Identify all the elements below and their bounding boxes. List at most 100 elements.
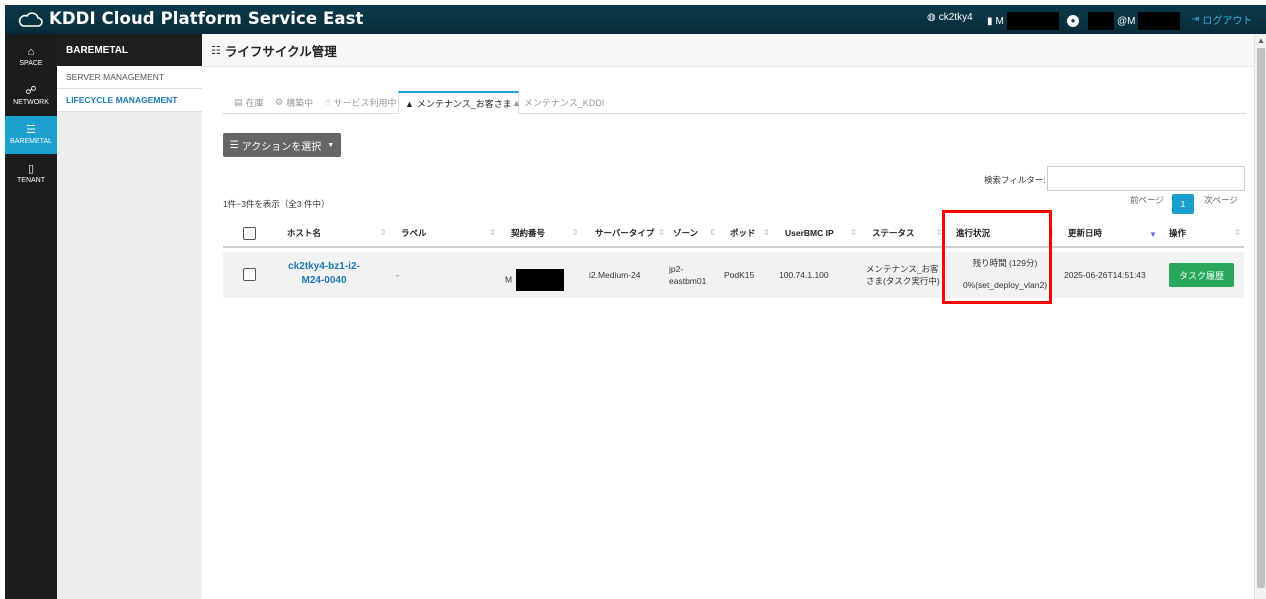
progress-cell: 残り時間 (129分) 0%(set_deploy_vlan2) — [955, 258, 1055, 291]
tab-label: 構築中 — [286, 98, 314, 108]
contract-indicator[interactable]: ▮ M — [987, 12, 1059, 30]
warning-icon: ▲ — [512, 97, 521, 108]
list-icon: ☷ — [211, 44, 221, 57]
tab-maintenance-kddi[interactable]: ▲ メンテナンス_KDDI — [506, 91, 610, 114]
col-contract[interactable]: 契約番号 — [511, 218, 545, 248]
nav-baremetal[interactable]: ☰ BAREMETAL — [5, 116, 57, 154]
sort-icon[interactable]: ⇕ — [763, 228, 770, 237]
col-action: 操作 — [1169, 228, 1187, 238]
sort-desc-icon[interactable]: ▼ — [1149, 230, 1157, 239]
col-status[interactable]: ステータス — [872, 218, 915, 248]
secondary-sidebar: BAREMETAL SERVER MANAGEMENT LIFECYCLE MA… — [57, 34, 202, 599]
nav-space[interactable]: ⌂ SPACE — [5, 38, 57, 76]
caret-down-icon: ▼ — [327, 141, 335, 149]
status-line-2: さま(タスク実行中) — [866, 276, 940, 286]
tab-bar: ▤ 在庫 ⚙ 構築中 ☝ サービス利用中 ▲ メンテナンス_お客さま ▲ メンテ… — [222, 91, 1246, 115]
warning-icon: ▲ — [405, 98, 414, 109]
col-zone[interactable]: ゾーン — [673, 218, 698, 248]
status-line-1: メンテナンス_お客 — [866, 264, 939, 274]
network-icon: ☍ — [25, 85, 37, 97]
sort-icon[interactable]: ⇕ — [1048, 228, 1055, 237]
brand-title: KDDI Cloud Platform Service East — [49, 9, 364, 28]
prev-page-link[interactable]: 前ページ — [1130, 194, 1164, 206]
building-icon: ▮ — [987, 15, 993, 27]
sort-icon[interactable]: ⇕ — [1234, 228, 1241, 237]
select-all-checkbox[interactable] — [243, 227, 256, 240]
tab-label: メンテナンス_KDDI — [523, 98, 605, 108]
nav-tenant[interactable]: ▯ TENANT — [5, 155, 57, 193]
col-bmc-ip[interactable]: UserBMC IP — [785, 218, 834, 248]
page-title: ライフサイクル管理 — [224, 44, 337, 59]
server-icon: ☰ — [26, 124, 36, 136]
building-icon: ▯ — [27, 163, 35, 175]
sort-icon[interactable]: ⇕ — [850, 228, 857, 237]
logout-label: ログアウト — [1202, 16, 1253, 27]
stock-icon: ▤ — [234, 97, 243, 107]
col-pod[interactable]: ポッド — [730, 218, 756, 248]
table-header: ホスト名 ⇕ ラベル ⇕ 契約番号 ⇕ サーバータイプ ⇕ ゾーン ⇕ ポッド … — [223, 218, 1244, 248]
updated-cell: 2025-06-26T14:51:43 — [1064, 270, 1146, 280]
sort-icon[interactable]: ⇕ — [936, 228, 943, 237]
tab-building[interactable]: ⚙ 構築中 — [269, 91, 319, 114]
redacted-block — [1088, 12, 1114, 30]
contract-prefix: M — [995, 15, 1004, 27]
next-page-link[interactable]: 次ページ — [1204, 194, 1238, 206]
current-page-button[interactable]: 1 — [1172, 194, 1194, 214]
nav-label: TENANT — [17, 177, 45, 184]
progress-percent: 0%(set_deploy_vlan2) — [962, 280, 1048, 290]
globe-icon: ◍ — [927, 12, 936, 23]
tenant-indicator[interactable]: ◍ ck2tky4 — [927, 12, 973, 23]
zone-line-1: jp2- — [669, 264, 684, 274]
record-count: 1件~3件を表示（全3 件中） — [223, 199, 330, 209]
pod-cell: PodK15 — [724, 270, 755, 280]
server-type-cell: i2.Medium-24 — [589, 270, 641, 280]
tab-in-service[interactable]: ☝ サービス利用中 — [319, 91, 403, 114]
sort-icon[interactable]: ⇕ — [658, 228, 665, 237]
host-name-link[interactable]: ck2tky4-bz1-i2- M24-0040 — [279, 260, 369, 288]
scroll-thumb[interactable] — [1257, 48, 1265, 588]
contract-cell: M — [505, 269, 565, 291]
sort-icon[interactable]: ⇕ — [380, 228, 387, 237]
select-action-button[interactable]: ☰ アクションを選択 ▼ — [223, 133, 341, 157]
top-header: KDDI Cloud Platform Service East ◍ ck2tk… — [5, 5, 1266, 34]
menu-icon: ☰ — [229, 139, 239, 151]
page-header: ☷ ライフサイクル管理 — [202, 34, 1254, 67]
sort-icon[interactable]: ⇕ — [489, 228, 496, 237]
bmc-ip-cell: 100.74.1.100 — [779, 270, 829, 280]
row-checkbox[interactable] — [243, 268, 256, 281]
thumb-icon: ☝ — [325, 97, 331, 107]
sidebar-item-server-management[interactable]: SERVER MANAGEMENT — [57, 66, 202, 89]
vertical-scrollbar[interactable]: ▲ — [1254, 34, 1266, 599]
col-host[interactable]: ホスト名 — [287, 218, 321, 248]
brand[interactable]: KDDI Cloud Platform Service East — [17, 9, 363, 28]
cloud-logo-icon — [18, 11, 43, 27]
nav-network[interactable]: ☍ NETWORK — [5, 77, 57, 115]
zone-line-2: eastbm01 — [669, 276, 707, 286]
logout-link[interactable]: ⇥ ログアウト — [1191, 12, 1252, 27]
status-cell: メンテナンス_お客 さま(タスク実行中) — [866, 263, 940, 287]
col-server-type[interactable]: サーバータイプ — [595, 218, 654, 248]
redacted-block — [516, 269, 565, 291]
sort-icon[interactable]: ⇕ — [572, 228, 579, 237]
redacted-block — [1006, 12, 1059, 30]
tab-label: メンテナンス_お客さま — [416, 99, 512, 109]
search-filter-input[interactable] — [1047, 166, 1245, 191]
filter-label: 検索フィルター: — [984, 175, 1046, 185]
col-updated[interactable]: 更新日時 — [1068, 218, 1102, 248]
col-progress[interactable]: 進行状況 — [956, 218, 990, 248]
tab-maintenance-customer[interactable]: ▲ メンテナンス_お客さま — [398, 91, 519, 115]
table-row: ck2tky4-bz1-i2- M24-0040 - M i2.Medium-2… — [223, 252, 1244, 298]
scroll-up-icon[interactable]: ▲ — [1255, 36, 1266, 46]
icon-sidebar: ⌂ SPACE ☍ NETWORK ☰ BAREMETAL ▯ TENANT — [5, 34, 57, 599]
sidebar-item-lifecycle-management[interactable]: LIFECYCLE MANAGEMENT — [57, 89, 202, 112]
tab-stock[interactable]: ▤ 在庫 — [228, 91, 270, 114]
app-window: KDDI Cloud Platform Service East ◍ ck2tk… — [5, 5, 1266, 599]
nav-label: BAREMETAL — [10, 138, 52, 145]
task-history-button[interactable]: タスク履歴 — [1169, 263, 1234, 287]
zone-cell: jp2- eastbm01 — [669, 263, 706, 287]
sort-icon[interactable]: ⇕ — [709, 228, 716, 237]
user-indicator[interactable]: ● @M — [1067, 12, 1181, 30]
action-label: アクションを選択 — [241, 141, 322, 153]
col-label[interactable]: ラベル — [401, 218, 427, 248]
sign-out-icon: ⇥ — [1191, 14, 1200, 25]
